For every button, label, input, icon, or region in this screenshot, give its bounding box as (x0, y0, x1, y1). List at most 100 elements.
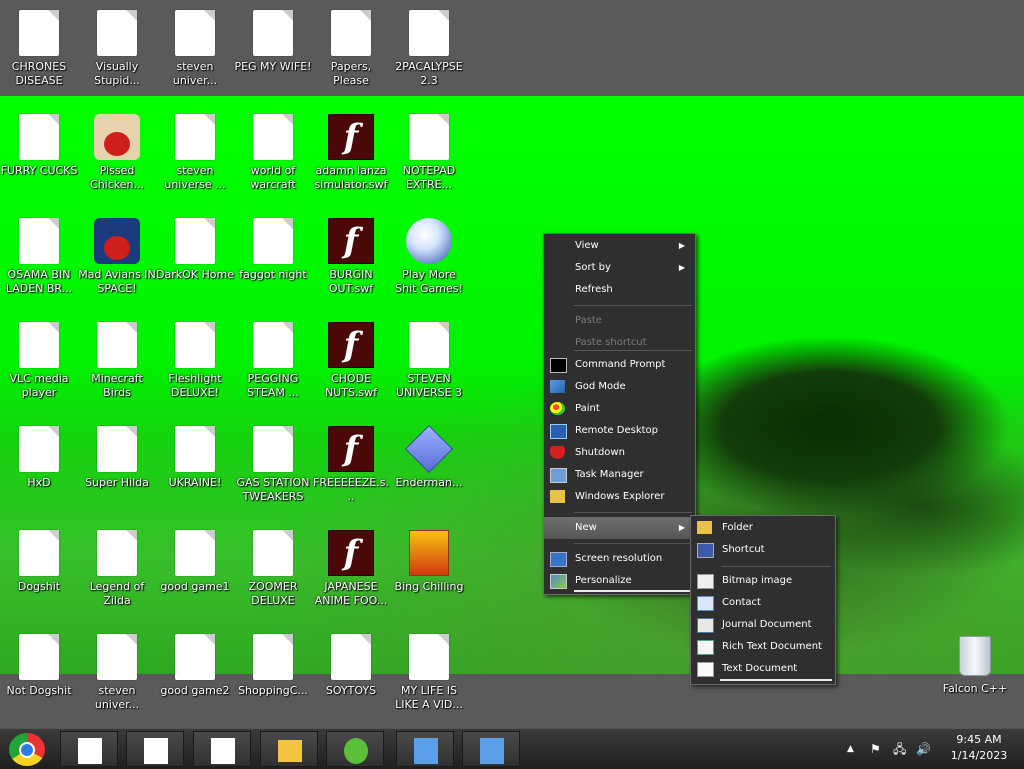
menu-item-label: Task Manager (575, 469, 644, 480)
new-submenu-item-rich-text-document[interactable]: Rich Text Document (691, 636, 835, 658)
clock[interactable]: 9:45 AM 1/14/2023 (942, 732, 1016, 764)
desktop-icon[interactable]: HxD (0, 420, 78, 490)
desktop-icon[interactable]: Dogshit (0, 524, 78, 594)
desktop-icon[interactable]: Bing Chilling (390, 524, 468, 594)
desktop-icon[interactable]: steven univer... (78, 628, 156, 712)
context-menu-item-paint[interactable]: Paint (544, 398, 695, 420)
shutdown-shield-icon (550, 446, 565, 459)
desktop-icon[interactable]: Legend of Zilda (78, 524, 156, 608)
document-icon (19, 322, 59, 368)
journal-icon (697, 618, 714, 633)
desktop-icon[interactable]: good game1 (156, 524, 234, 594)
document-icon (19, 218, 59, 264)
desktop-icon[interactable]: Not Dogshit (0, 628, 78, 698)
context-menu-item-god-mode[interactable]: God Mode (544, 376, 695, 398)
document-icon (175, 218, 215, 264)
taskbar-button-network[interactable] (326, 731, 384, 767)
new-submenu-item-journal-document[interactable]: Journal Document (691, 614, 835, 636)
taskbar-button-computer-1[interactable] (396, 731, 454, 767)
desktop-icon[interactable]: 2PACALYPSE 2.3 (390, 4, 468, 88)
desktop-icon-label: Not Dogshit (6, 684, 72, 697)
taskbar-button-computer-2[interactable] (462, 731, 520, 767)
taskbar-button-document-2[interactable] (126, 731, 184, 767)
desktop-icon-label: steven univer... (172, 60, 218, 87)
desktop-icon[interactable]: NOTEPAD EXTRE... (390, 108, 468, 192)
desktop-icon[interactable]: SOYTOYS (312, 628, 390, 698)
chrome-start-icon[interactable] (9, 733, 45, 766)
desktop-icon[interactable]: f adamn lanza simulator.swf (312, 108, 390, 192)
desktop-icon[interactable]: DarkOK Home (156, 212, 234, 282)
new-submenu-item-folder[interactable]: Folder (691, 517, 835, 539)
context-menu-item-new[interactable]: New ▶ (544, 517, 695, 539)
desktop-icon[interactable]: CHRONES DISEASE (0, 4, 78, 88)
desktop-icon[interactable]: OSAMA BIN LADEN BR... (0, 212, 78, 296)
desktop-icon[interactable]: ZOOMER DELUXE (234, 524, 312, 608)
desktop-icon[interactable]: steven universe ... (156, 108, 234, 192)
desktop-icon[interactable]: VLC media player (0, 316, 78, 400)
desktop-icon[interactable]: Papers, Please (312, 4, 390, 88)
desktop-icon[interactable]: FURRY CUCKS (0, 108, 78, 178)
desktop-icon[interactable]: faggot night (234, 212, 312, 282)
volume-icon[interactable]: 🔊 (916, 729, 931, 769)
desktop-icon[interactable]: Pissed Chicken... (78, 108, 156, 192)
document-icon (253, 634, 293, 680)
desktop-icon[interactable]: Fleshlight DELUXE! (156, 316, 234, 400)
menu-item-label: God Mode (575, 381, 626, 392)
desktop-icon-label: BURGIN OUT.swf (328, 268, 374, 295)
desktop-icon[interactable]: ShoppingC... (234, 628, 312, 698)
desktop-icon[interactable]: GAS STATION TWEAKERS (234, 420, 312, 504)
desktop-icon[interactable]: STEVEN UNIVERSE 3 (390, 316, 468, 400)
new-submenu-item-bitmap-image[interactable]: Bitmap image (691, 570, 835, 592)
taskbar-button-explorer[interactable] (260, 731, 318, 767)
context-menu-item-personalize[interactable]: Personalize (544, 570, 695, 592)
context-menu-item-task-manager[interactable]: Task Manager (544, 464, 695, 486)
desktop-icon[interactable]: MY LIFE IS LIKE A VID... (390, 628, 468, 712)
context-menu-item-screen-resolution[interactable]: Screen resolution (544, 548, 695, 570)
new-submenu-item-contact[interactable]: Contact (691, 592, 835, 614)
menu-item-label: Bitmap image (722, 575, 793, 586)
desktop-icon[interactable]: steven univer... (156, 4, 234, 88)
desktop-icon-label: good game2 (160, 684, 230, 697)
desktop-icon[interactable]: UKRAINE! (156, 420, 234, 490)
context-menu-item-shutdown[interactable]: Shutdown (544, 442, 695, 464)
context-menu-item-sort-by[interactable]: Sort by ▶ (544, 257, 695, 279)
new-submenu-item-text-document[interactable]: Text Document (691, 658, 835, 680)
taskbar-button-document-3[interactable] (193, 731, 251, 767)
context-menu-item-windows-explorer[interactable]: Windows Explorer (544, 486, 695, 508)
context-menu-item-refresh[interactable]: Refresh (544, 279, 695, 301)
desktop-icon[interactable]: PEGGING STEAM ... (234, 316, 312, 400)
desktop-icon[interactable]: Minecraft Birds (78, 316, 156, 400)
desktop-icon[interactable]: PEG MY WIFE! (234, 4, 312, 74)
menu-item-label: Folder (722, 522, 753, 533)
context-menu-item-remote-desktop[interactable]: Remote Desktop (544, 420, 695, 442)
new-submenu-item-shortcut[interactable]: Shortcut (691, 539, 835, 561)
computer-icon (480, 738, 504, 764)
desktop-icon[interactable]: Enderman... (390, 420, 468, 490)
document-icon (78, 738, 102, 764)
context-menu-item-view[interactable]: View ▶ (544, 235, 695, 257)
shortcut-icon (697, 543, 714, 558)
network-icon[interactable]: 🖧 (893, 729, 906, 769)
desktop-icon[interactable]: Visually Stupid... (78, 4, 156, 88)
context-menu-item-command-prompt[interactable]: Command Prompt (544, 354, 695, 376)
taskbar-button-document-1[interactable] (60, 731, 118, 767)
desktop-icon[interactable]: good game2 (156, 628, 234, 698)
desktop-icon[interactable]: f FREEEEEZE.s... (312, 420, 390, 504)
desktop-icon-label: ShoppingC... (238, 684, 308, 697)
desktop[interactable]: CHRONES DISEASE Visually Stupid... steven … (0, 0, 1024, 728)
desktop-icon[interactable]: Play More Shit Games! (390, 212, 468, 296)
recycle-bin[interactable]: Falcon C++ (942, 632, 1008, 696)
document-icon (175, 114, 215, 160)
desktop-icon[interactable]: world of warcraft (234, 108, 312, 192)
desktop-icon[interactable]: f JAPANESE ANIME FOO... (312, 524, 390, 608)
action-center-flag-icon[interactable]: ⚑ (870, 729, 881, 769)
desktop-icon[interactable]: Super Hilda (78, 420, 156, 490)
desktop-icon[interactable]: f CHODE NUTS.swf (312, 316, 390, 400)
desktop-icon[interactable]: f BURGIN OUT.swf (312, 212, 390, 296)
document-icon (331, 634, 371, 680)
menu-item-label: View (575, 240, 599, 251)
tray-chevron-icon[interactable]: ▲ (847, 729, 854, 769)
desktop-icon-label: OSAMA BIN LADEN BR... (5, 268, 73, 295)
desktop-icon[interactable]: Mad Avians IN SPACE! (78, 212, 156, 296)
menu-item-label: Shortcut (722, 544, 765, 555)
